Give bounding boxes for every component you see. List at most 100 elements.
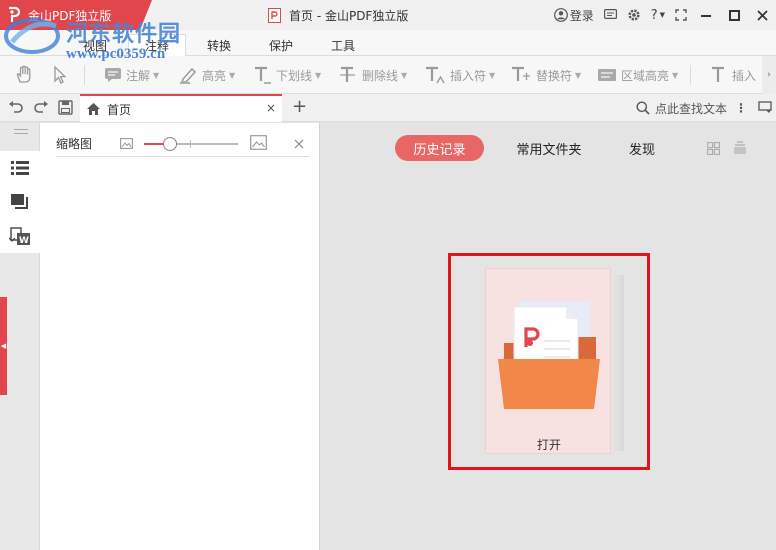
- add-tab-button[interactable]: +: [292, 96, 307, 117]
- area-highlight-label: 区域高亮: [621, 68, 670, 83]
- replace-char-button[interactable]: 替换符 ▼: [510, 56, 581, 94]
- chevron-down-icon: ▼: [229, 70, 236, 80]
- grid-view-icon[interactable]: [707, 142, 720, 155]
- small-image-icon[interactable]: [120, 138, 133, 149]
- undo-icon: [9, 101, 23, 113]
- insert-label: 插入: [732, 68, 757, 83]
- thumbnail-header: 缩略图: [56, 131, 310, 157]
- highlighter-icon: [180, 67, 197, 84]
- large-image-icon[interactable]: [250, 135, 267, 150]
- save-icon: [58, 100, 73, 115]
- help-icon: ?: [650, 7, 658, 23]
- minimize-icon: [701, 15, 711, 17]
- app-logo-icon: [9, 6, 21, 22]
- message-icon: [603, 9, 617, 19]
- save-button[interactable]: [58, 100, 73, 118]
- tab-protect[interactable]: 保护: [258, 34, 304, 56]
- toolbar-scroll-right[interactable]: ›: [762, 56, 776, 94]
- login-button[interactable]: 登录: [549, 0, 599, 30]
- text-underline-icon: [255, 66, 271, 84]
- find-text-box[interactable]: 点此查找文本 ⋮: [636, 94, 747, 122]
- convert-word-button[interactable]: W: [0, 219, 40, 253]
- zoom-slider-tick: [190, 140, 191, 148]
- insert-char-label: 插入符: [450, 68, 487, 83]
- thumbnail-button[interactable]: [0, 185, 40, 219]
- hand-icon: [16, 65, 31, 83]
- comment-icon: [105, 68, 121, 82]
- minimize-button[interactable]: [692, 0, 720, 30]
- document-title: 首页 - 金山PDF独立版: [268, 0, 408, 30]
- tab-close-icon[interactable]: ×: [266, 101, 276, 115]
- area-highlight-button[interactable]: 区域高亮 ▼: [597, 56, 678, 94]
- strikethrough-button[interactable]: 删除线 ▼: [338, 56, 407, 94]
- thumbnail-zoom-slider[interactable]: [144, 137, 238, 151]
- text-replace-icon: [512, 66, 530, 81]
- insert-char-button[interactable]: 插入符 ▼: [424, 56, 495, 94]
- tab-tools[interactable]: 工具: [320, 34, 366, 56]
- document-title-text: 首页 - 金山PDF独立版: [289, 8, 409, 23]
- annotate-label: 注解: [126, 68, 151, 83]
- maximize-button[interactable]: [720, 0, 748, 30]
- redo-icon: [34, 101, 48, 113]
- chevron-down-icon: ▼: [575, 70, 582, 80]
- gear-icon: [628, 9, 640, 21]
- chevron-right-icon: ›: [767, 70, 771, 80]
- watermark-site-name: 河东软件园: [66, 21, 182, 47]
- chevron-down-icon: ▼: [672, 70, 679, 80]
- thumbnail-panel: 缩略图: [40, 123, 320, 550]
- fullscreen-icon: [675, 9, 687, 21]
- chevron-down-icon: ▼: [153, 70, 160, 80]
- tab-home[interactable]: 首页 ×: [80, 94, 282, 122]
- find-text-placeholder: 点此查找文本: [655, 101, 728, 116]
- tab-home-label: 首页: [107, 102, 132, 117]
- highlight-button[interactable]: 高亮 ▼: [178, 56, 235, 94]
- toolbar-separator: [690, 65, 691, 85]
- chevron-down-icon: ▼: [489, 70, 496, 80]
- cursor-arrow-icon: [54, 65, 67, 84]
- highlight-annotation-box: [448, 253, 650, 470]
- undo-button[interactable]: [8, 100, 24, 117]
- text-caret-icon: [426, 66, 445, 84]
- hand-tool-button[interactable]: [14, 56, 38, 94]
- area-highlight-icon: [598, 69, 616, 81]
- zoom-slider-handle[interactable]: [163, 137, 178, 151]
- chevron-left-icon: ◀: [0, 342, 7, 350]
- strikethrough-label: 删除线: [362, 68, 399, 83]
- thumbnail-title: 缩略图: [56, 137, 93, 151]
- help-button[interactable]: ? ▼: [646, 0, 670, 30]
- home-icon: [87, 103, 100, 115]
- collapse-panel-button[interactable]: ◀: [0, 297, 7, 395]
- word-convert-icon: W: [9, 227, 30, 246]
- user-icon: [553, 8, 568, 22]
- title-controls: 登录 ? ▼: [549, 0, 776, 30]
- login-label: 登录: [569, 8, 594, 23]
- toolbar-separator: [84, 65, 85, 85]
- insert-text-button[interactable]: 插入: [710, 56, 756, 94]
- underline-button[interactable]: 下划线 ▼: [252, 56, 321, 94]
- list-view-icon[interactable]: [733, 141, 747, 155]
- fullscreen-button[interactable]: [670, 0, 692, 30]
- document-tab-bar: 首页 × + 点此查找文本 ⋮: [0, 94, 776, 122]
- settings-button[interactable]: [622, 0, 646, 30]
- underline-label: 下划线: [276, 68, 313, 83]
- redo-button[interactable]: [33, 100, 49, 117]
- tab-discover[interactable]: 发现: [618, 135, 666, 161]
- close-icon[interactable]: [294, 139, 304, 149]
- watermark-site-url: www.pc0359.cn: [66, 46, 166, 62]
- layout-button[interactable]: [758, 101, 772, 117]
- tab-history[interactable]: 历史记录: [395, 135, 484, 161]
- chevron-down-icon: ▼: [659, 11, 665, 19]
- layout-icon: [758, 101, 772, 113]
- feedback-button[interactable]: [599, 0, 622, 30]
- svg-text:W: W: [19, 236, 29, 246]
- close-button[interactable]: [748, 0, 776, 30]
- close-icon: [756, 9, 768, 21]
- chevron-down-icon: ▼: [315, 70, 322, 80]
- pages-icon: [11, 194, 28, 209]
- replace-char-label: 替换符: [536, 68, 573, 83]
- tab-convert[interactable]: 转换: [196, 34, 242, 56]
- tab-common-folders[interactable]: 常用文件夹: [506, 135, 592, 161]
- outline-button[interactable]: [0, 151, 40, 185]
- drag-handle[interactable]: [14, 129, 28, 134]
- more-options-icon[interactable]: ⋮: [735, 101, 747, 115]
